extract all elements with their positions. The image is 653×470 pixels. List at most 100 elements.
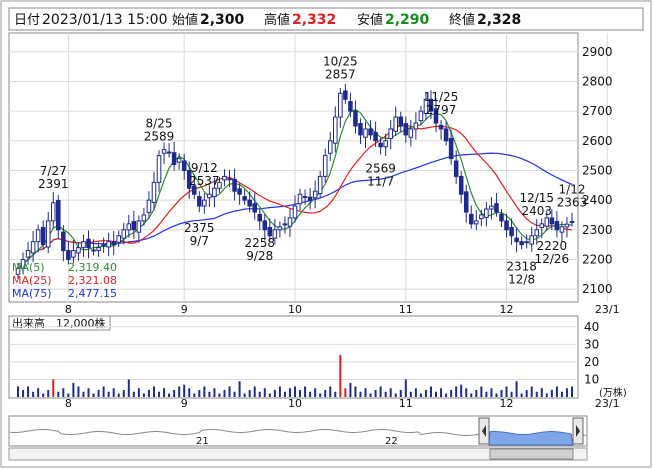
navigator-scrollbar-thumb[interactable] [489, 448, 574, 460]
annotation-line2: 9/28 [246, 249, 273, 263]
navigator[interactable]: 21 22 [8, 415, 588, 461]
high-value: 2,332 [292, 12, 336, 28]
price-y-tick: 2300 [582, 223, 613, 237]
volume-bar [500, 389, 503, 397]
annotation-line1: 2318 [506, 260, 537, 274]
volume-bar [152, 386, 155, 397]
price-y-tick: 2100 [582, 282, 613, 296]
volume-bar [404, 379, 407, 397]
close-label: 終値 [449, 12, 475, 28]
nav-label-21: 21 [196, 436, 209, 447]
volume-bar [278, 386, 281, 397]
price-x-tick: 12 [500, 303, 514, 316]
volume-bar [142, 393, 145, 397]
volume-bar [560, 391, 563, 397]
volume-y-tick: 40 [584, 320, 599, 334]
price-y-axis: 2100 2200 2300 2400 2500 2600 2700 2800 2900 [582, 45, 613, 296]
volume-bar [550, 389, 553, 397]
volume-bar [107, 391, 110, 397]
annotation-line1: 10/25 [323, 54, 358, 68]
volume-bar [283, 391, 286, 397]
volume-bar [354, 386, 357, 397]
open-value: 2,300 [200, 12, 245, 28]
volume-x-tick: 12 [500, 397, 514, 410]
volume-bar [470, 393, 473, 397]
volume-bar [127, 379, 130, 397]
volume-bar [268, 393, 271, 397]
volume-bar [490, 388, 493, 397]
stock-chart-frame: 日付 2023/01/13 15:00 始値 2,300 高値 2,332 安値… [0, 0, 652, 468]
volume-bar [299, 389, 302, 397]
volume-bar [263, 388, 266, 397]
volume-bar [565, 388, 568, 397]
volume-bar [178, 386, 181, 397]
volume-bar [480, 386, 483, 397]
volume-bar [460, 384, 463, 397]
volume-bar [314, 388, 317, 397]
volume-bar [258, 391, 261, 397]
volume-bar [495, 393, 498, 397]
annotation-line2: 2537 [189, 174, 220, 188]
volume-bar [243, 393, 246, 397]
volume-bar [435, 391, 438, 397]
volume-bar [173, 389, 176, 397]
volume-bar [158, 391, 161, 397]
volume-value: 12,000株 [56, 316, 106, 330]
volume-bar [329, 386, 332, 397]
ma-legend-label: MA(25) [12, 274, 52, 287]
volume-bar [475, 389, 478, 397]
volume-bar [571, 386, 573, 397]
volume-bar [394, 393, 397, 397]
volume-bar [555, 386, 558, 397]
volume-bar [450, 389, 453, 397]
volume-bar [288, 388, 291, 397]
ma-legend-label: MA(75) [12, 287, 52, 300]
volume-bar [122, 389, 125, 397]
volume-bar [525, 389, 528, 397]
volume-bar [445, 393, 448, 397]
volume-bar [233, 391, 236, 397]
price-y-tick: 2400 [582, 193, 613, 207]
volume-bar [218, 393, 221, 397]
volume-bar [455, 386, 458, 397]
volume-bar [359, 391, 362, 397]
volume-y-tick: 20 [584, 355, 599, 369]
low-label: 安値 [357, 12, 383, 28]
volume-x-tick: 11 [399, 397, 413, 410]
volume-bar [42, 393, 45, 397]
volume-bar [429, 386, 432, 397]
volume-bar [77, 386, 80, 397]
volume-bar [384, 391, 387, 397]
low-value: 2,290 [385, 12, 430, 28]
volume-panel: 出来高 12,000株 [8, 315, 579, 399]
volume-bar [334, 391, 337, 397]
volume-bar [37, 388, 40, 397]
volume-bar [530, 386, 533, 397]
volume-bar [540, 388, 543, 397]
annotation-line2: 2797 [426, 103, 457, 117]
volume-bar [188, 388, 191, 397]
volume-bar [163, 388, 166, 397]
ma-legend-value: 2,321.08 [68, 274, 117, 287]
volume-y-tick: 10 [584, 372, 599, 386]
annotation-line2: 9/7 [190, 234, 209, 248]
volume-bar [414, 388, 417, 397]
volume-bar [419, 393, 422, 397]
volume-bar [273, 389, 276, 397]
volume-bar [193, 393, 196, 397]
volume-bar [364, 388, 367, 397]
volume-bar [92, 393, 95, 397]
volume-bar [505, 386, 508, 397]
volume-bar [137, 388, 140, 397]
volume-bar [309, 391, 312, 397]
volume-bar [112, 388, 115, 397]
price-x-tick: 10 [288, 303, 302, 316]
volume-x-tick: 10 [288, 397, 302, 410]
price-y-tick: 2900 [582, 45, 613, 59]
volume-bar [198, 389, 201, 397]
volume-bar [379, 386, 382, 397]
volume-bar [399, 389, 402, 397]
volume-bar [22, 389, 25, 397]
volume-bar [248, 389, 251, 397]
annotation-line2: 2403 [521, 204, 552, 218]
